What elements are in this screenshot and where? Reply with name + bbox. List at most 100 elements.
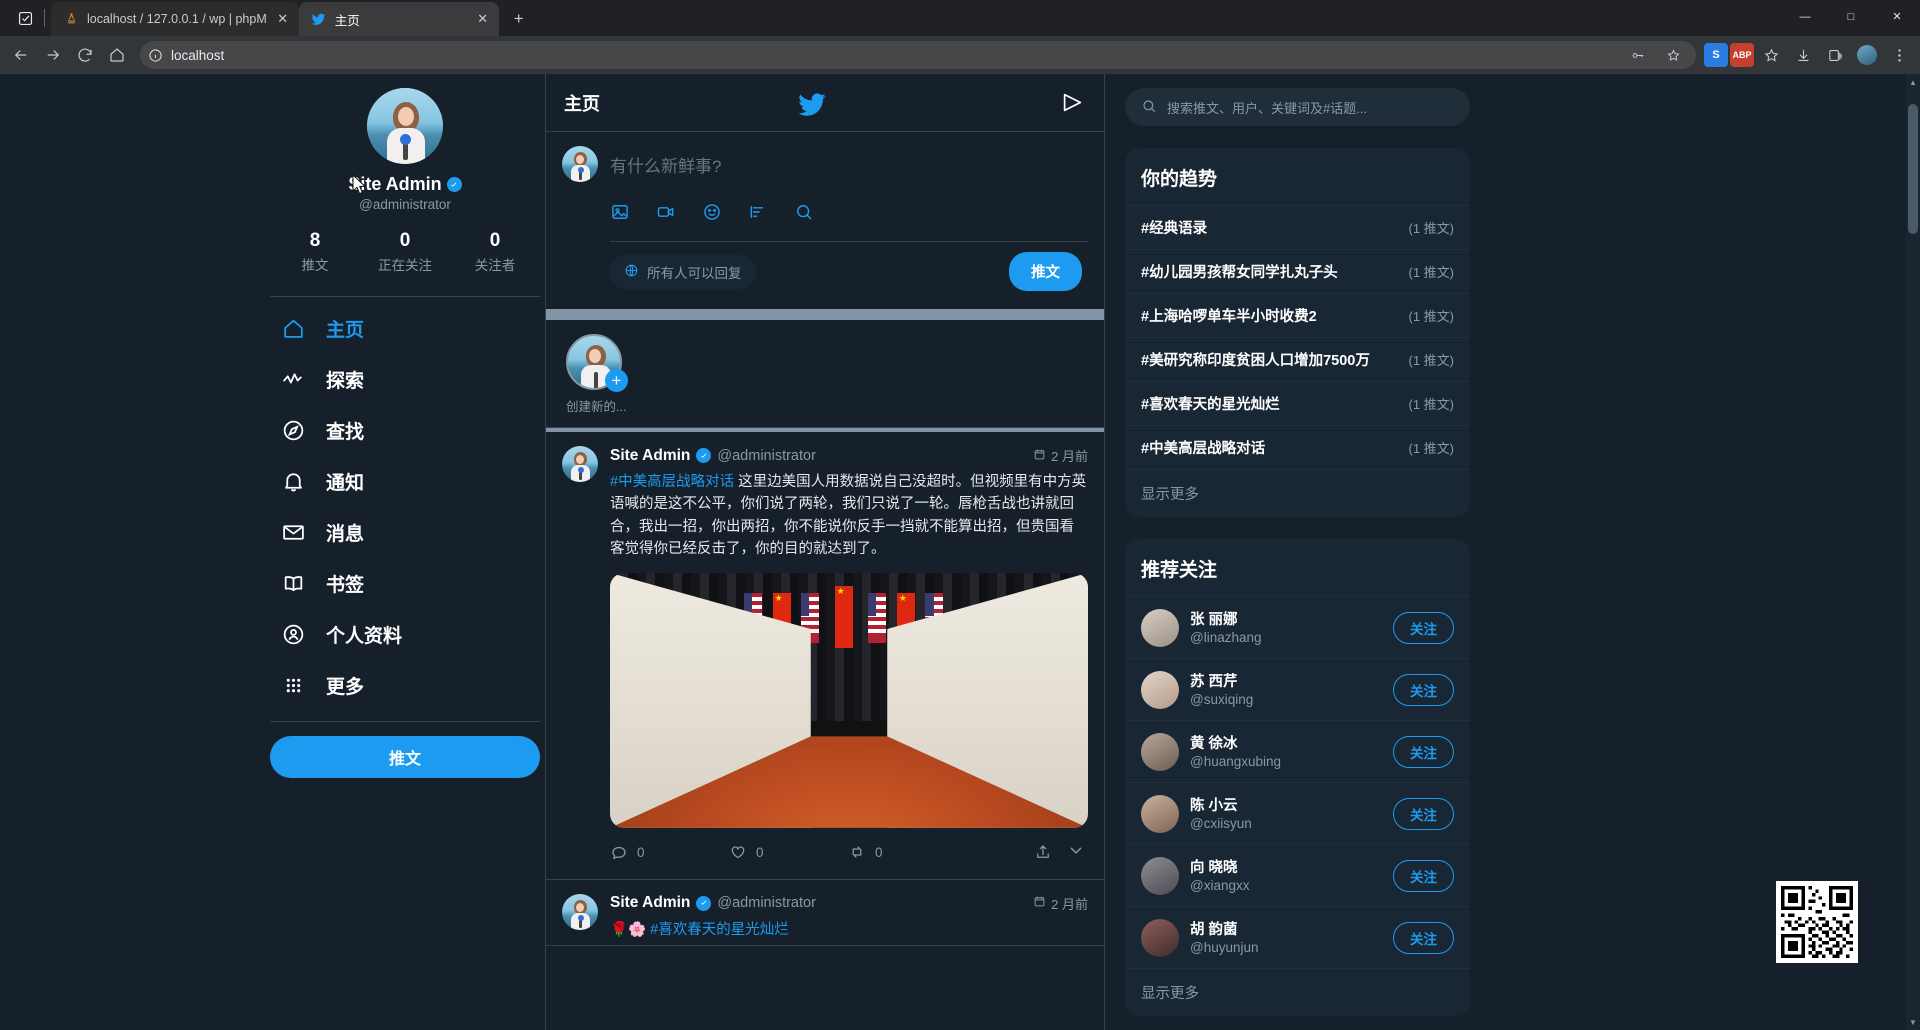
share-button[interactable] [1034, 843, 1052, 861]
trend-item[interactable]: #中美高层战略对话 (1 推文) [1125, 425, 1470, 469]
sidebar-item-home[interactable]: 主页 [270, 303, 540, 354]
tab-title: localhost / 127.0.0.1 / wp | phpM [87, 12, 267, 26]
browser-tab-phpmyadmin[interactable]: localhost / 127.0.0.1 / wp | phpM ✕ [51, 2, 299, 36]
avatar[interactable] [367, 88, 443, 164]
tab-search-icon[interactable] [8, 1, 42, 35]
trend-item[interactable]: #幼儿园男孩帮女同学扎丸子头 (1 推文) [1125, 249, 1470, 293]
who-to-follow-show-more[interactable]: 显示更多 [1125, 968, 1470, 1016]
back-icon[interactable] [6, 40, 36, 70]
like-button[interactable]: 0 [729, 843, 848, 861]
home-icon[interactable] [102, 40, 132, 70]
tweet-input[interactable]: 有什么新鲜事? [610, 146, 1088, 182]
create-fleet[interactable]: + 创建新的... [566, 334, 632, 415]
follow-button[interactable]: 关注 [1393, 611, 1454, 644]
stat-tweets[interactable]: 8 推文 [270, 230, 360, 274]
sidebar-item-more[interactable]: 更多 [270, 660, 540, 711]
scrollbar-thumb[interactable] [1908, 104, 1918, 234]
scroll-down-icon[interactable]: ▼ [1906, 1014, 1920, 1030]
chevron-down-icon[interactable] [1066, 840, 1086, 865]
reply-button[interactable]: 0 [610, 843, 729, 861]
avatar[interactable] [1141, 608, 1179, 647]
avatar[interactable] [1141, 794, 1179, 833]
tweet-item[interactable]: Site Admin @administrator 2 月前 [546, 880, 1104, 947]
avatar[interactable] [1141, 856, 1179, 895]
sidebar-nav: 主页 探索 查找 通知 消息 书签 个人资料 更多 [270, 303, 540, 711]
search-icon[interactable] [794, 202, 814, 227]
image-icon[interactable] [610, 202, 630, 227]
s-extension-icon[interactable]: S [1704, 43, 1728, 67]
page-viewport: Site Admin @administrator 8 推文 0 正在关注 0 … [0, 74, 1920, 1030]
trend-item[interactable]: #上海哈啰单车半小时收费2 (1 推文) [1125, 293, 1470, 337]
tweet-image[interactable] [610, 572, 1088, 828]
post-tweet-button[interactable]: 推文 [1009, 252, 1082, 291]
follow-button[interactable]: 关注 [1393, 859, 1454, 892]
stat-following[interactable]: 0 正在关注 [360, 230, 450, 274]
send-icon[interactable] [1059, 89, 1086, 116]
reload-icon[interactable] [70, 40, 100, 70]
tweet-text: 🌹🌸 #喜欢春天的星光灿烂 [610, 919, 1088, 941]
follow-handle: @linazhang [1190, 630, 1262, 645]
list-item[interactable]: 陈 小云 @cxiisyun 关注 [1125, 782, 1470, 844]
list-item[interactable]: 苏 西芹 @suxiqing 关注 [1125, 658, 1470, 720]
tweet-hashtag[interactable]: #喜欢春天的星光灿烂 [650, 922, 789, 938]
page-scrollbar[interactable]: ▲ ▼ [1906, 74, 1920, 1030]
permissions-icon[interactable] [1622, 40, 1652, 70]
favorite-star-icon[interactable] [1658, 40, 1688, 70]
list-item[interactable]: 张 丽娜 @linazhang 关注 [1125, 596, 1470, 658]
poll-icon[interactable] [748, 202, 768, 227]
browser-tab-twitter[interactable]: 主页 ✕ [298, 2, 499, 36]
avatar[interactable] [1852, 40, 1882, 70]
tweet-hashtag[interactable]: #中美高层战略对话 [610, 474, 734, 490]
new-tab-button[interactable]: + [505, 5, 533, 33]
tweet-item[interactable]: Site Admin @administrator 2 月前 [546, 432, 1104, 880]
follow-button[interactable]: 关注 [1393, 921, 1454, 954]
retweet-count: 0 [875, 844, 883, 860]
trend-item[interactable]: #喜欢春天的星光灿烂 (1 推文) [1125, 381, 1470, 425]
trend-item[interactable]: #美研究称印度贫困人口增加7500万 (1 推文) [1125, 337, 1470, 381]
sidebar-item-bookmarks[interactable]: 书签 [270, 558, 540, 609]
sidebar-item-search[interactable]: 查找 [270, 405, 540, 456]
sidebar-item-explore[interactable]: 探索 [270, 354, 540, 405]
stat-followers[interactable]: 0 关注者 [450, 230, 540, 274]
scroll-up-icon[interactable]: ▲ [1906, 74, 1920, 90]
follow-button[interactable]: 关注 [1393, 735, 1454, 768]
tweet-author-name: Site Admin [610, 446, 691, 464]
avatar[interactable] [562, 446, 598, 482]
sidebar-item-profile[interactable]: 个人资料 [270, 609, 540, 660]
browser-settings-icon[interactable] [1884, 40, 1914, 70]
follow-button[interactable]: 关注 [1393, 797, 1454, 830]
emoji-icon[interactable] [702, 202, 722, 227]
sidebar-item-messages[interactable]: 消息 [270, 507, 540, 558]
forward-icon[interactable] [38, 40, 68, 70]
collections-star-icon[interactable] [1756, 40, 1786, 70]
plus-icon[interactable]: + [605, 369, 628, 392]
abp-extension-icon[interactable]: ABP [1730, 43, 1754, 67]
close-window-button[interactable]: ✕ [1874, 0, 1920, 33]
avatar[interactable] [1141, 918, 1179, 957]
close-icon[interactable]: ✕ [475, 11, 491, 27]
address-bar-text: localhost [171, 47, 225, 63]
search-input[interactable]: 搜索推文、用户、关键词及#话题... [1125, 88, 1470, 126]
trend-item[interactable]: #经典语录 (1 推文) [1125, 205, 1470, 249]
minimize-button[interactable]: — [1782, 0, 1828, 33]
avatar[interactable] [562, 893, 598, 930]
follow-button[interactable]: 关注 [1393, 673, 1454, 706]
collections-icon[interactable] [1820, 40, 1850, 70]
avatar[interactable] [1141, 670, 1179, 709]
maximize-button[interactable]: □ [1828, 0, 1874, 33]
list-item[interactable]: 黄 徐冰 @huangxubing 关注 [1125, 720, 1470, 782]
reply-audience-button[interactable]: 所有人可以回复 [610, 254, 756, 289]
address-bar[interactable]: localhost [140, 41, 1696, 69]
video-icon[interactable] [656, 202, 676, 227]
retweet-button[interactable]: 0 [848, 843, 967, 861]
downloads-icon[interactable] [1788, 40, 1818, 70]
profile-display-name: Site Admin [348, 174, 442, 194]
list-item[interactable]: 向 晓晓 @xiangxx 关注 [1125, 844, 1470, 906]
avatar[interactable] [1141, 732, 1179, 771]
compose-tweet-button[interactable]: 推文 [270, 736, 540, 778]
trends-show-more[interactable]: 显示更多 [1125, 469, 1470, 517]
sidebar-item-notifications[interactable]: 通知 [270, 456, 540, 507]
list-item[interactable]: 胡 韵菌 @huyunjun 关注 [1125, 906, 1470, 968]
close-icon[interactable]: ✕ [275, 11, 291, 27]
grid-dots-icon [280, 673, 306, 699]
